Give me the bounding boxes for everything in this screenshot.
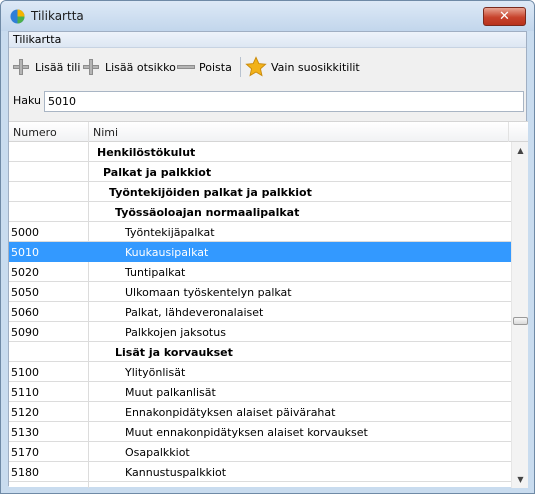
menu-item-tilikartta[interactable]: Tilikartta [13, 33, 61, 46]
table-row[interactable]: 5100 Ylityönlisät [9, 362, 511, 382]
add-heading-button[interactable]: Lisää otsikko [83, 55, 176, 79]
plus-icon [13, 58, 31, 76]
table-row[interactable]: 5130 Muut ennakonpidätyksen alaiset korva… [9, 422, 511, 442]
delete-button[interactable]: Poista [177, 55, 232, 79]
account-name-cell: Työntekijöiden palkat ja palkkiot [109, 186, 312, 199]
account-number-cell: 5050 [9, 282, 89, 302]
add-account-button[interactable]: Lisää tili [13, 55, 80, 79]
scroll-up-icon[interactable]: ▲ [512, 142, 529, 159]
add-account-label: Lisää tili [35, 60, 81, 74]
table-row[interactable]: Työssäoloajan normaalipalkat [9, 202, 511, 222]
tilikartta-window: Tilikartta ✕ Tilikartta Lisää tili Lisää… [0, 0, 535, 494]
account-number-cell: 5090 [9, 322, 89, 342]
table-body: Henkilöstökulut Palkat ja palkkiot Työntek… [9, 142, 511, 488]
search-label: Haku [13, 94, 42, 107]
column-header-name[interactable]: Nimi [89, 122, 509, 142]
account-number-cell: 5100 [9, 362, 89, 382]
account-number-cell: 5130 [9, 422, 89, 442]
account-number-cell [9, 482, 89, 488]
window-client-area: Tilikartta Lisää tili Lisää otsikko Pois… [8, 31, 528, 488]
account-number-cell [9, 182, 89, 202]
table-row[interactable]: 5170 Osapalkkiot [9, 442, 511, 462]
table-row[interactable] [9, 482, 511, 488]
table-row[interactable]: 5000 Työntekijäpalkat [9, 222, 511, 242]
accounts-table: Numero Nimi Henkilöstökulut Palkat ja pal… [9, 121, 528, 488]
table-row[interactable]: Työntekijöiden palkat ja palkkiot [9, 182, 511, 202]
account-number-cell: 5000 [9, 222, 89, 242]
account-name-cell [89, 482, 125, 488]
account-number-cell [9, 202, 89, 222]
table-row[interactable]: 5090 Palkkojen jaksotus [9, 322, 511, 342]
table-row[interactable]: 5180 Kannustuspalkkiot [9, 462, 511, 482]
account-name-cell: Lisät ja korvaukset [115, 346, 233, 359]
scroll-down-icon[interactable]: ▼ [512, 471, 529, 488]
minus-icon [177, 58, 195, 76]
account-name-cell: Muut ennakonpidätyksen alaiset korvaukse… [125, 426, 368, 439]
account-name-cell: Osapalkkiot [125, 446, 190, 459]
scrollbar-thumb[interactable] [513, 317, 528, 325]
account-name-cell: Henkilöstökulut [97, 146, 196, 159]
account-number-cell [9, 162, 89, 182]
account-number-cell [9, 342, 89, 362]
table-row[interactable]: 5110 Muut palkanlisät [9, 382, 511, 402]
add-heading-label: Lisää otsikko [105, 60, 176, 74]
title-bar[interactable]: Tilikartta ✕ [1, 1, 534, 31]
account-name-cell: Työntekijäpalkat [125, 226, 215, 239]
account-number-cell: 5120 [9, 402, 89, 422]
account-name-cell: Palkat, lähdeveronalaiset [125, 306, 264, 319]
table-row[interactable]: 5020 Tuntipalkat [9, 262, 511, 282]
vertical-scrollbar[interactable]: ▲ ▼ [511, 142, 528, 488]
toolbar-separator [240, 57, 241, 77]
star-icon [245, 56, 267, 77]
account-number-cell [9, 142, 89, 162]
table-row[interactable]: 5010 Kuukausipalkat [9, 242, 511, 262]
close-button[interactable]: ✕ [483, 7, 526, 26]
account-name-cell: Kuukausipalkat [125, 246, 209, 259]
table-row[interactable]: 5050 Ulkomaan työskentelyn palkat [9, 282, 511, 302]
column-header-number[interactable]: Numero [9, 122, 89, 142]
account-number-cell: 5170 [9, 442, 89, 462]
account-name-cell: Ulkomaan työskentelyn palkat [125, 286, 292, 299]
account-name-cell: Kannustuspalkkiot [125, 466, 227, 479]
table-row[interactable]: Lisät ja korvaukset [9, 342, 511, 362]
table-row[interactable]: 5120 Ennakonpidätyksen alaiset päivärahat [9, 402, 511, 422]
plus-icon [83, 58, 101, 76]
favorites-only-label: Vain suosikkitilit [271, 60, 360, 74]
menu-bar: Tilikartta [9, 32, 526, 48]
account-number-cell: 5060 [9, 302, 89, 322]
account-number-cell: 5180 [9, 462, 89, 482]
delete-label: Poista [199, 60, 232, 74]
table-header: Numero Nimi [9, 122, 528, 142]
account-name-cell: Työssäoloajan normaalipalkat [115, 206, 300, 219]
table-row[interactable]: Henkilöstökulut [9, 142, 511, 162]
account-name-cell: Muut palkanlisät [125, 386, 216, 399]
table-row[interactable]: Palkat ja palkkiot [9, 162, 511, 182]
window-title: Tilikartta [31, 9, 84, 23]
app-icon [10, 9, 25, 24]
favorites-only-button[interactable]: Vain suosikkitilit [245, 55, 360, 79]
account-name-cell: Palkat ja palkkiot [103, 166, 212, 179]
account-name-cell: Palkkojen jaksotus [125, 326, 226, 339]
toolbar: Lisää tili Lisää otsikko Poista Vain suo… [9, 49, 526, 85]
account-name-cell: Ylityönlisät [125, 366, 186, 379]
account-number-cell: 5020 [9, 262, 89, 282]
table-row[interactable]: 5060 Palkat, lähdeveronalaiset [9, 302, 511, 322]
account-number-cell: 5110 [9, 382, 89, 402]
account-number-cell: 5010 [9, 242, 89, 262]
search-input[interactable] [44, 91, 524, 112]
account-name-cell: Tuntipalkat [125, 266, 186, 279]
close-icon: ✕ [499, 9, 510, 24]
account-name-cell: Ennakonpidätyksen alaiset päivärahat [125, 406, 336, 419]
